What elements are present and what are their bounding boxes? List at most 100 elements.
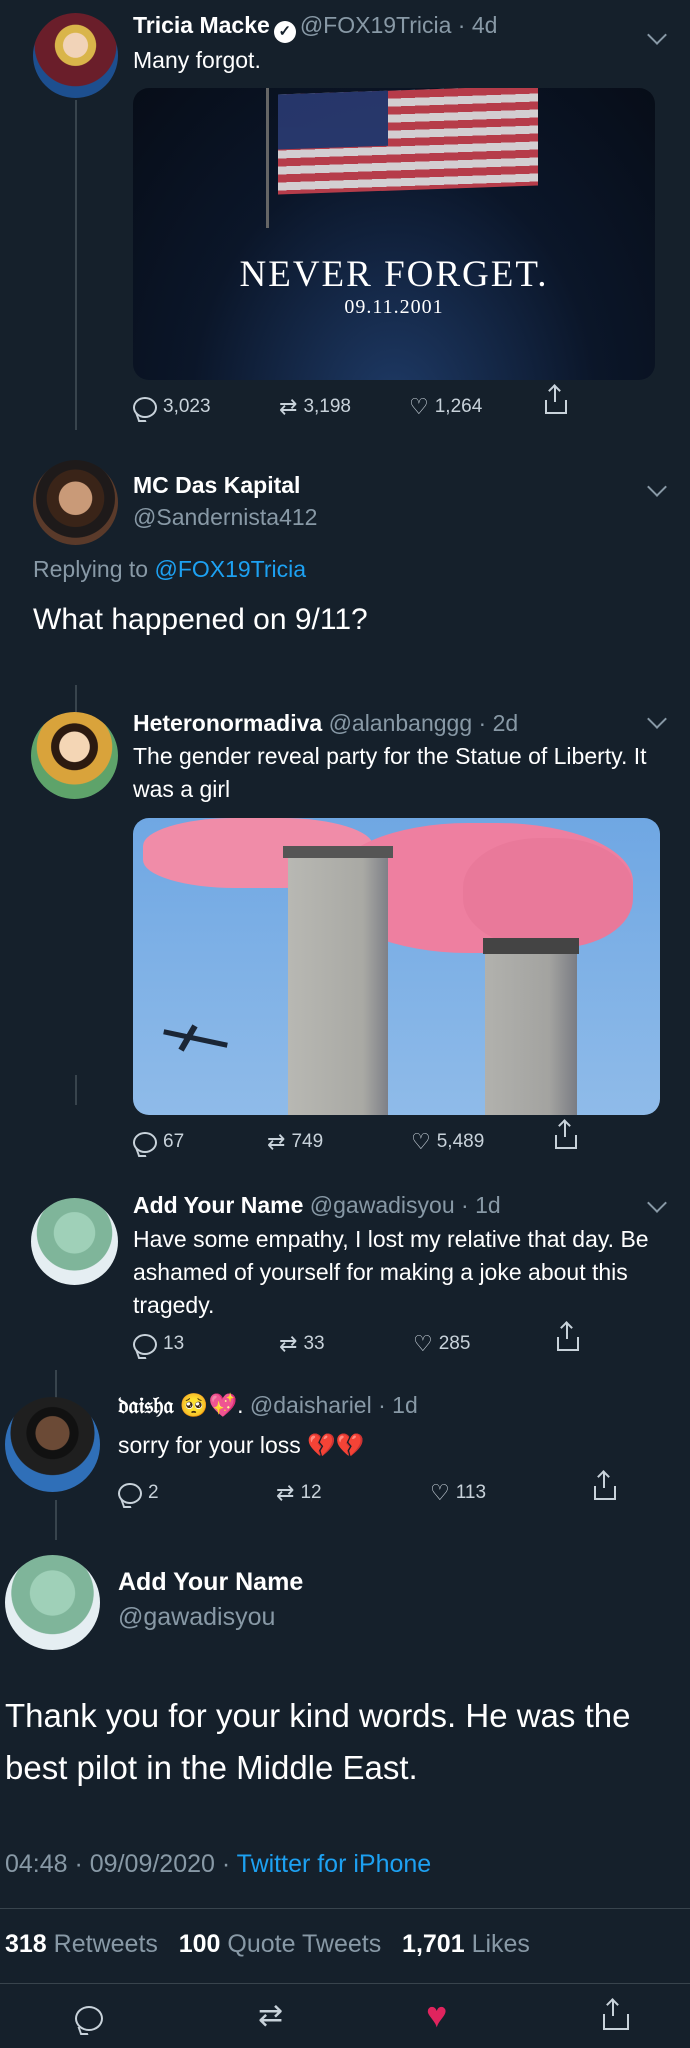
chevron-down-icon[interactable] bbox=[647, 25, 667, 45]
heart-icon: ♡ bbox=[411, 1129, 431, 1154]
share-button[interactable] bbox=[603, 2000, 629, 2031]
tweet-actions: 2 ⇄ 12 ♡ 113 bbox=[118, 1472, 658, 1508]
heart-filled-icon: ♥ bbox=[426, 1994, 448, 2035]
tweet-meta: 04:48 · 09/09/2020 · Twitter for iPhone bbox=[5, 1850, 432, 1878]
quote-tweets-stat[interactable]: 100 Quote Tweets bbox=[179, 1930, 381, 1958]
retweets-stat[interactable]: 318 Retweets bbox=[5, 1930, 158, 1958]
retweet-button[interactable]: ⇄ 3,198 bbox=[279, 396, 351, 418]
handle[interactable]: @FOX19Tricia bbox=[300, 12, 452, 38]
reply-count: 3,023 bbox=[163, 396, 211, 417]
timestamp[interactable]: 4d bbox=[472, 12, 498, 38]
tweet-image[interactable] bbox=[133, 818, 660, 1115]
replying-to-link[interactable]: @FOX19Tricia bbox=[154, 556, 306, 582]
avatar[interactable] bbox=[31, 1198, 118, 1285]
thread-line bbox=[75, 1075, 77, 1105]
timestamp[interactable]: 1d bbox=[392, 1392, 418, 1418]
chevron-down-icon[interactable] bbox=[647, 1193, 667, 1213]
heart-icon: ♡ bbox=[413, 1331, 433, 1356]
tower-top bbox=[283, 846, 393, 858]
reply-icon bbox=[118, 1482, 142, 1504]
retweet-button[interactable]: ⇄ 33 bbox=[279, 1333, 325, 1355]
verified-badge-icon: ✓ bbox=[273, 21, 296, 43]
like-count: 285 bbox=[438, 1333, 471, 1354]
reply-button[interactable]: 3,023 bbox=[133, 396, 211, 418]
tweet-header: Tricia Macke ✓ @FOX19Tricia · 4d bbox=[133, 12, 497, 43]
tweet-text: The gender reveal party for the Statue o… bbox=[133, 743, 647, 802]
retweet-button[interactable]: ⇄ bbox=[258, 1998, 283, 2033]
handle[interactable]: @alanbanggg bbox=[329, 710, 473, 736]
like-button[interactable]: ♥ bbox=[426, 1994, 447, 2036]
flag bbox=[278, 88, 538, 195]
share-icon bbox=[545, 386, 567, 414]
reply-button[interactable]: 13 bbox=[133, 1333, 184, 1355]
like-count: 5,489 bbox=[436, 1131, 485, 1152]
retweet-icon: ⇄ bbox=[267, 1129, 286, 1154]
display-name[interactable]: 𝔡𝔞𝔦𝔰𝔥𝔞 bbox=[118, 1393, 173, 1419]
reply-button[interactable] bbox=[75, 2006, 103, 2036]
replying-to: Replying to @FOX19Tricia bbox=[33, 556, 307, 582]
reply-button[interactable]: 67 bbox=[133, 1131, 184, 1153]
tweet-text: Thank you for your kind words. He was th… bbox=[5, 1697, 631, 1786]
avatar[interactable] bbox=[33, 460, 118, 545]
share-button[interactable] bbox=[555, 1121, 577, 1149]
avatar[interactable] bbox=[33, 13, 118, 98]
display-name[interactable]: Tricia Macke bbox=[133, 12, 270, 38]
display-name: Add Your Name bbox=[118, 1568, 304, 1596]
tweet-image[interactable]: NEVER FORGET. 09.11.2001 bbox=[133, 88, 655, 380]
handle[interactable]: @daishariel bbox=[250, 1392, 372, 1418]
tweet-stats: 318 Retweets 100 Quote Tweets 1,701 Like… bbox=[5, 1930, 530, 1959]
main-tweet-actions: ⇄ ♥ bbox=[0, 1994, 690, 2038]
chevron-down-icon[interactable] bbox=[647, 709, 667, 729]
like-button[interactable]: ♡ 5,489 bbox=[411, 1131, 484, 1153]
avatar[interactable] bbox=[5, 1397, 100, 1492]
tweet-time[interactable]: 04:48 bbox=[5, 1850, 68, 1878]
thread-line bbox=[75, 685, 77, 715]
share-icon bbox=[603, 2000, 629, 2030]
like-button[interactable]: ♡ 285 bbox=[413, 1333, 470, 1355]
reply-button[interactable]: 2 bbox=[118, 1482, 159, 1504]
share-button[interactable] bbox=[557, 1323, 579, 1351]
likes-stat[interactable]: 1,701 Likes bbox=[402, 1930, 530, 1958]
tweet-text: What happened on 9/11? bbox=[33, 603, 368, 636]
chevron-down-icon[interactable] bbox=[647, 477, 667, 497]
timestamp[interactable]: 2d bbox=[493, 710, 519, 736]
display-name[interactable]: Add Your Name bbox=[133, 1192, 303, 1218]
heart-icon: ♡ bbox=[409, 394, 429, 419]
like-button[interactable]: ♡ 1,264 bbox=[409, 396, 482, 418]
retweet-icon: ⇄ bbox=[279, 394, 298, 419]
share-button[interactable] bbox=[545, 386, 567, 414]
reply-icon bbox=[133, 396, 157, 418]
divider bbox=[0, 1983, 690, 1984]
retweet-button[interactable]: ⇄ 12 bbox=[276, 1482, 322, 1504]
retweet-icon: ⇄ bbox=[279, 1331, 298, 1356]
reply-count: 67 bbox=[163, 1131, 185, 1152]
display-name[interactable]: Heteronormadiva bbox=[133, 710, 322, 736]
handle: @Sandernista412 bbox=[133, 504, 318, 530]
tweet-header: 𝔡𝔞𝔦𝔰𝔥𝔞 🥺💖. @daishariel · 1d bbox=[118, 1392, 418, 1419]
tweet-actions: 3,023 ⇄ 3,198 ♡ 1,264 bbox=[133, 386, 653, 422]
like-count: 113 bbox=[455, 1482, 487, 1503]
tower bbox=[485, 943, 577, 1115]
avatar[interactable] bbox=[5, 1555, 100, 1650]
share-icon bbox=[555, 1121, 577, 1149]
timestamp[interactable]: 1d bbox=[475, 1192, 501, 1218]
display-name: MC Das Kapital bbox=[133, 472, 301, 498]
reply-icon bbox=[75, 2006, 103, 2031]
flag-canton bbox=[278, 90, 388, 150]
retweet-count: 12 bbox=[300, 1482, 322, 1503]
display-name-emoji: 🥺💖. bbox=[179, 1392, 244, 1418]
tweet-date[interactable]: 09/09/2020 bbox=[90, 1850, 215, 1878]
thread-line bbox=[55, 1500, 57, 1540]
tweet-actions: 13 ⇄ 33 ♡ 285 bbox=[133, 1323, 653, 1359]
tweet-text: sorry for your loss 💔💔 bbox=[118, 1432, 365, 1458]
tweet-source[interactable]: Twitter for iPhone bbox=[237, 1850, 432, 1878]
like-button[interactable]: ♡ 113 bbox=[430, 1482, 486, 1504]
share-button[interactable] bbox=[594, 1472, 616, 1500]
avatar[interactable] bbox=[31, 712, 118, 799]
retweet-button[interactable]: ⇄ 749 bbox=[267, 1131, 323, 1153]
retweet-icon: ⇄ bbox=[276, 1480, 295, 1505]
handle[interactable]: @gawadisyou bbox=[310, 1192, 455, 1218]
retweet-count: 33 bbox=[303, 1333, 325, 1354]
tower-impact bbox=[483, 938, 579, 954]
image-caption-date: 09.11.2001 bbox=[344, 296, 444, 318]
